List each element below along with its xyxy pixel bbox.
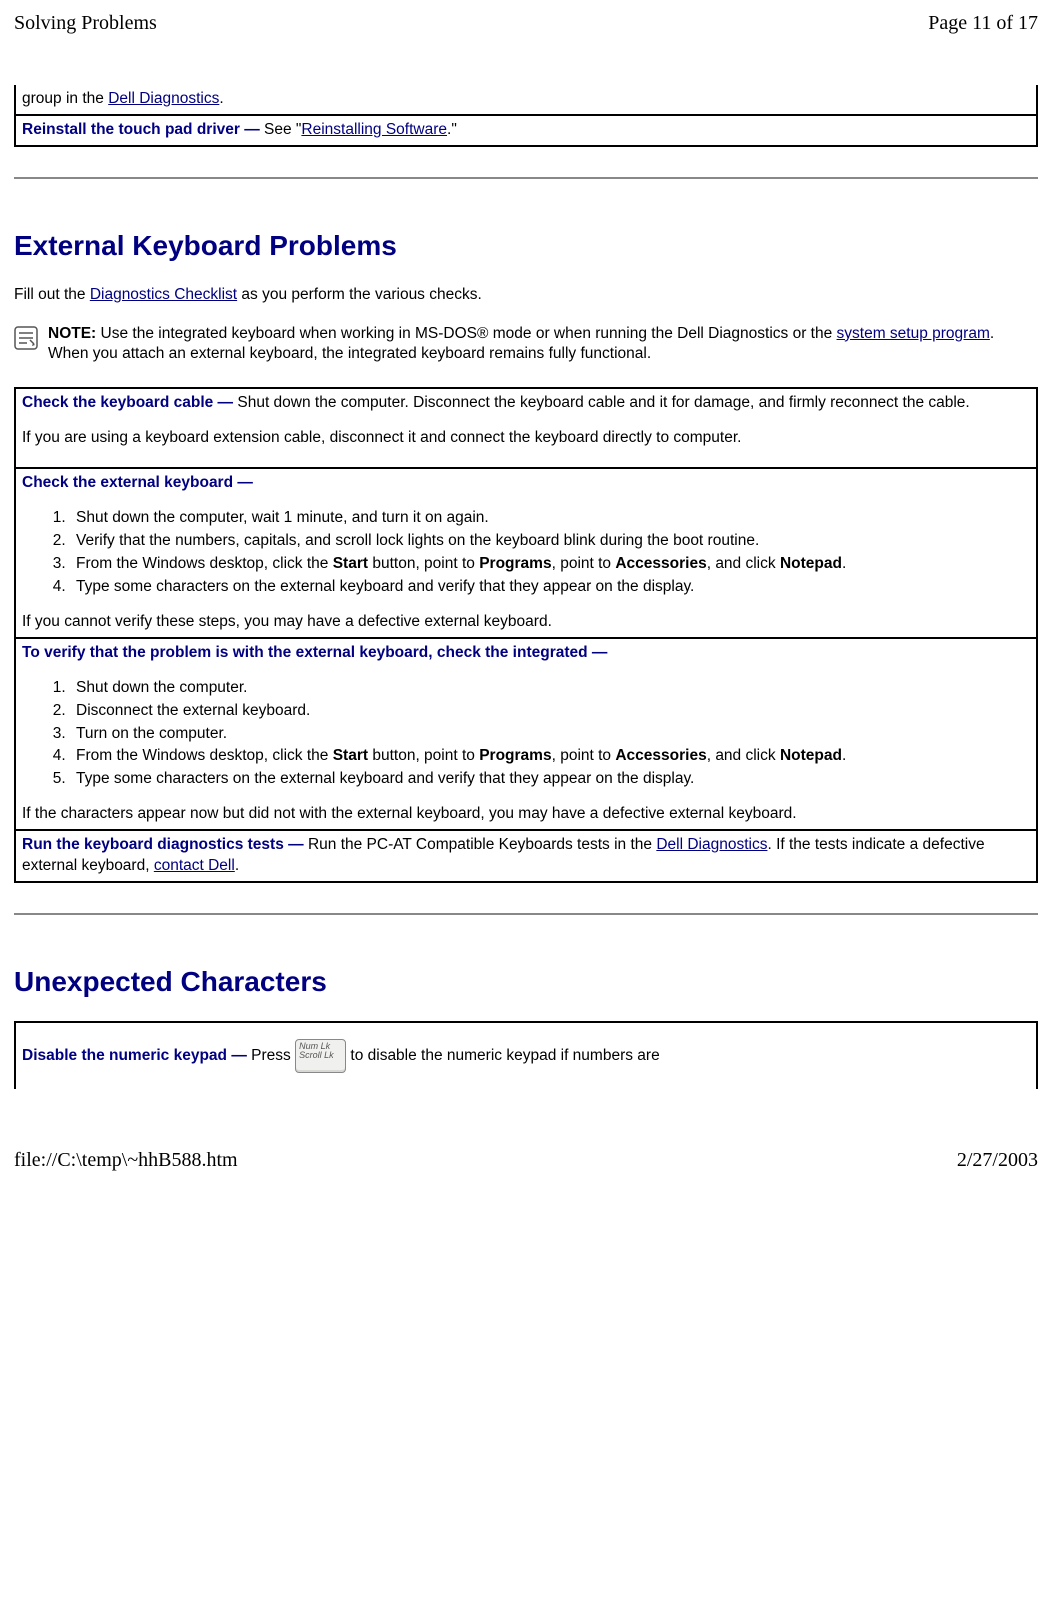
text: Run the PC-AT Compatible Keyboards tests… — [308, 836, 656, 853]
bold: Start — [333, 555, 368, 572]
keyboard-troubleshoot-table: Check the keyboard cable — Shut down the… — [14, 387, 1038, 883]
text: group in the — [22, 90, 108, 107]
list-item: Turn on the computer. — [70, 724, 1030, 745]
bold: Accessories — [615, 555, 706, 572]
list-item: Verify that the numbers, capitals, and s… — [70, 531, 1030, 552]
row-check-integrated: To verify that the problem is with the e… — [15, 638, 1037, 830]
bold: Notepad — [780, 555, 842, 572]
text: Shut down the computer. Disconnect the k… — [237, 394, 969, 411]
link-dell-diagnostics[interactable]: Dell Diagnostics — [108, 90, 219, 107]
touchpad-row2: Reinstall the touch pad driver — See "Re… — [15, 115, 1004, 146]
note-label: NOTE: — [48, 325, 101, 342]
text: . — [235, 857, 239, 874]
note-icon — [14, 326, 38, 350]
action-label: To verify that the problem is with the e… — [22, 644, 607, 661]
text: From the Windows desktop, click the — [76, 555, 333, 572]
text: to disable the numeric keypad if numbers… — [350, 1047, 659, 1064]
text: button, point to — [368, 747, 479, 764]
key-bottom: Scroll Lk — [299, 1050, 334, 1060]
text: , point to — [552, 747, 616, 764]
row-check-external: Check the external keyboard — Shut down … — [15, 468, 1037, 638]
row-run-diagnostics: Run the keyboard diagnostics tests — Run… — [15, 830, 1037, 882]
text: , and click — [707, 555, 780, 572]
cell-spacer — [1004, 388, 1037, 468]
text: See " — [264, 121, 301, 138]
text: If you are using a keyboard extension ca… — [22, 428, 998, 449]
link-system-setup[interactable]: system setup program — [837, 325, 990, 342]
touchpad-row1: group in the Dell Diagnostics. — [15, 85, 1004, 115]
text: . — [219, 90, 223, 107]
text: Press — [251, 1047, 291, 1064]
bold: Accessories — [615, 747, 706, 764]
list-item: From the Windows desktop, click the Star… — [70, 746, 1030, 767]
text: . — [842, 555, 846, 572]
row-disable-keypad: Disable the numeric keypad — Press Num L… — [15, 1022, 1004, 1089]
divider — [14, 177, 1038, 179]
text: as you perform the various checks. — [237, 286, 482, 303]
page-header: Solving Problems Page 11 of 17 — [14, 10, 1038, 37]
link-contact-dell[interactable]: contact Dell — [154, 857, 235, 874]
cell-spacer — [1004, 115, 1037, 146]
row-check-cable: Check the keyboard cable — Shut down the… — [15, 388, 1004, 468]
text: . — [842, 747, 846, 764]
note-body: NOTE: Use the integrated keyboard when w… — [48, 324, 1038, 366]
list-item: Shut down the computer, wait 1 minute, a… — [70, 508, 1030, 529]
bold: Programs — [479, 747, 551, 764]
link-dell-diagnostics-2[interactable]: Dell Diagnostics — [656, 836, 767, 853]
section-title-external-keyboard: External Keyboard Problems — [14, 227, 1038, 265]
text: From the Windows desktop, click the — [76, 747, 333, 764]
page-footer: file://C:\temp\~hhB588.htm 2/27/2003 — [14, 1147, 1038, 1174]
touchpad-table: group in the Dell Diagnostics. Reinstall… — [14, 85, 1038, 147]
numlk-key-icon: Num LkScroll Lk — [295, 1039, 346, 1073]
steps-list: Shut down the computer, wait 1 minute, a… — [22, 508, 1030, 598]
text: Fill out the — [14, 286, 90, 303]
link-diagnostics-checklist[interactable]: Diagnostics Checklist — [90, 286, 237, 303]
list-item: From the Windows desktop, click the Star… — [70, 554, 1030, 575]
header-title: Solving Problems — [14, 10, 157, 37]
bold: Notepad — [780, 747, 842, 764]
list-item: Shut down the computer. — [70, 678, 1030, 699]
list-item: Disconnect the external keyboard. — [70, 701, 1030, 722]
intro-paragraph: Fill out the Diagnostics Checklist as yo… — [14, 285, 1038, 306]
action-label: Check the external keyboard — — [22, 474, 253, 491]
bold: Programs — [479, 555, 551, 572]
cell-spacer — [1004, 1022, 1037, 1089]
action-label: Disable the numeric keypad — — [22, 1047, 251, 1064]
note-block: NOTE: Use the integrated keyboard when w… — [14, 324, 1038, 366]
action-label: Run the keyboard diagnostics tests — — [22, 836, 308, 853]
unexpected-chars-table: Disable the numeric keypad — Press Num L… — [14, 1021, 1038, 1089]
footer-date: 2/27/2003 — [957, 1147, 1038, 1174]
section-title-unexpected-chars: Unexpected Characters — [14, 963, 1038, 1001]
cell-spacer — [1004, 85, 1037, 115]
text: , point to — [552, 555, 616, 572]
text: If the characters appear now but did not… — [22, 805, 797, 822]
action-label: Check the keyboard cable — — [22, 394, 237, 411]
text: , and click — [707, 747, 780, 764]
text: button, point to — [368, 555, 479, 572]
list-item: Type some characters on the external key… — [70, 577, 1030, 598]
header-page: Page 11 of 17 — [928, 10, 1038, 37]
footer-path: file://C:\temp\~hhB588.htm — [14, 1147, 238, 1174]
divider — [14, 913, 1038, 915]
text: If you cannot verify these steps, you ma… — [22, 613, 552, 630]
steps-list: Shut down the computer. Disconnect the e… — [22, 678, 1030, 791]
bold: Start — [333, 747, 368, 764]
action-label: Reinstall the touch pad driver — — [22, 121, 264, 138]
list-item: Type some characters on the external key… — [70, 769, 1030, 790]
text: Use the integrated keyboard when working… — [101, 325, 837, 342]
text: ." — [447, 121, 457, 138]
link-reinstalling-software[interactable]: Reinstalling Software — [301, 121, 447, 138]
